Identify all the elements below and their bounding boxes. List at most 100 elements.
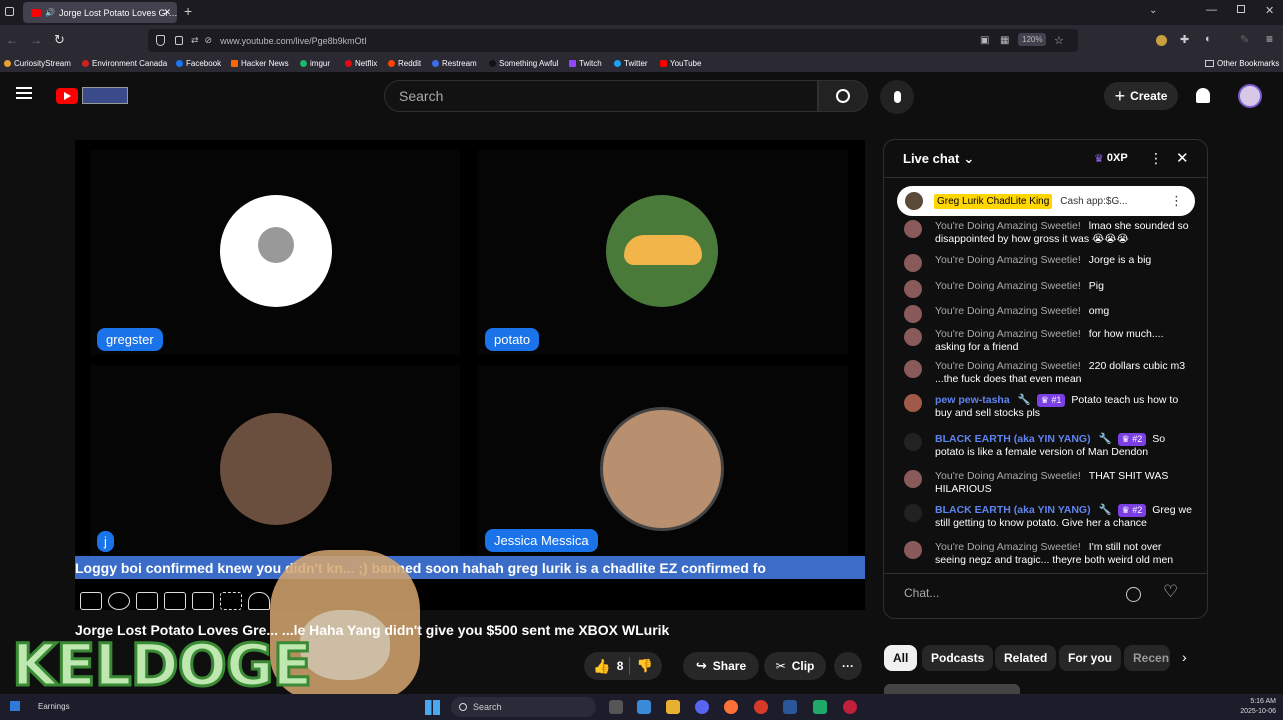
share-button[interactable]: ↪ Share [683,652,759,680]
bookmark-netflix[interactable]: Netflix [345,59,377,68]
emoji-icon[interactable] [1126,587,1141,602]
bookmark-twitter[interactable]: Twitter [614,59,648,68]
tab-list-icon[interactable] [5,7,14,16]
more-actions-button[interactable]: ··· [834,652,862,680]
chevron-down-icon[interactable]: ⌄ [1149,5,1157,16]
chip-related[interactable]: Related [995,645,1057,671]
notifications-bell-icon[interactable] [1196,88,1210,103]
task-view-icon[interactable] [609,700,623,714]
url-bar[interactable]: ⇄ ⊘ www.youtube.com/live/Pge8b9kmOtI ▣ ▦… [148,29,1078,52]
weather-widget[interactable]: Earnings [10,701,70,711]
microphone-icon [893,91,901,103]
live-icon[interactable] [108,592,130,610]
chat-mode-dropdown[interactable]: Live chat ⌄ [903,151,974,167]
pen-icon[interactable]: ✎ [1240,33,1249,46]
lock-icon[interactable] [175,36,183,45]
bookmark-star-icon[interactable]: ☆ [1054,34,1064,47]
create-button[interactable]: + Create [1104,82,1178,110]
bookmark-curiositystream[interactable]: CuriosityStream [4,59,71,68]
maximize-button[interactable] [1237,5,1245,13]
youtube-logo[interactable] [56,88,78,104]
chat-input[interactable]: Chat... [904,586,1134,600]
app-icon[interactable] [813,700,827,714]
back-icon[interactable]: ← [6,33,18,47]
chevron-right-icon[interactable]: › [1182,649,1187,665]
tab-close-icon[interactable]: ✕ [163,7,171,18]
other-bookmarks[interactable]: Other Bookmarks [1205,59,1279,68]
clip-button[interactable]: ✂ Clip [764,652,826,680]
pinned-menu-icon[interactable]: ⋮ [1170,193,1183,209]
discord-icon[interactable] [695,700,709,714]
voice-search-button[interactable] [880,80,914,114]
chip-recent[interactable]: Recen [1124,645,1170,671]
url-text[interactable]: www.youtube.com/live/Pge8b9kmOtI [220,36,367,46]
pinned-message[interactable]: Greg Lurik ChadLite King Cash app:$G... … [897,186,1195,216]
avatar[interactable] [1238,84,1262,108]
pinned-author: Greg Lurik ChadLite King [934,193,1053,209]
app-icon[interactable] [754,700,768,714]
reader-icon[interactable]: ▣ [980,35,989,46]
taskbar-clock[interactable]: 5:16 AM 2025-10-06 [1228,697,1276,717]
firefox-icon[interactable] [724,700,738,714]
new-tab-button[interactable]: + [184,3,192,19]
speaker-icon[interactable]: 🔊 [45,8,55,17]
bookmark-facebook[interactable]: Facebook [176,59,221,68]
wrench-icon: 🔧 [1098,433,1112,445]
chip-all[interactable]: All [884,645,918,671]
video-player[interactable]: gregster potato j Jessica Messica [75,140,865,610]
bookmark-restream[interactable]: Restream [432,59,477,68]
miniplayer-icon[interactable] [192,592,214,610]
bookmark-hacker-news[interactable]: Hacker News [231,59,289,68]
subtitles-icon[interactable] [136,592,158,610]
permissions-icon[interactable]: ⇄ [191,35,199,46]
bookmark-imgur[interactable]: imgur [300,59,330,68]
maple-leaf-icon [82,60,89,67]
menu-icon[interactable]: ≡ [1266,32,1273,46]
fullscreen-icon[interactable] [220,592,242,610]
chip-podcasts[interactable]: Podcasts [922,645,994,671]
xp-badge[interactable]: ♛ 0XP [1094,152,1128,165]
search-button[interactable] [818,80,868,112]
related-video-thumbnail[interactable] [884,684,1020,694]
dislike-button[interactable]: 👎 [636,658,652,674]
minimize-button[interactable]: — [1206,4,1217,16]
speed-icon[interactable] [248,592,270,610]
keldoge-overlay-text: KELDOGE [10,631,313,699]
bookmark-environment-canada[interactable]: Environment Canada [82,59,167,68]
player-controls [80,590,270,612]
autoplay-icon[interactable]: ⊘ [205,35,213,46]
bookmark-youtube[interactable]: YouTube [660,59,701,68]
media-player-icon[interactable] [843,700,857,714]
bookmark-something-awful[interactable]: Something Awful [489,59,558,68]
browser-tab-active[interactable]: 🔊 Jorge Lost Potato Loves Gr… ✕ [23,2,177,23]
file-explorer-icon[interactable] [666,700,680,714]
zoom-level[interactable]: 120% [1018,33,1047,46]
loop-icon[interactable] [80,592,102,610]
forward-icon[interactable]: → [30,33,42,47]
bookmark-twitch[interactable]: Twitch [569,59,602,68]
puzzle-icon[interactable]: ✚ [1180,33,1189,46]
copilot-icon[interactable] [637,700,651,714]
word-icon[interactable] [783,700,797,714]
member-badge: ♛ #2 [1117,504,1147,517]
extension-icon[interactable] [1156,35,1167,46]
search-input[interactable]: Search [384,80,818,112]
bookmark-reddit[interactable]: Reddit [388,59,421,68]
taskbar-search[interactable]: Search [451,697,596,717]
windows-start-icon[interactable] [425,700,440,715]
screenshot-icon[interactable]: ▦ [1000,35,1009,46]
reload-icon[interactable]: ↻ [54,32,65,48]
participant-tile-gregster: gregster [90,150,460,355]
chat-message: You're Doing Amazing Sweetie! for how muc… [904,328,1194,354]
heart-icon[interactable]: ♡ [1163,582,1178,602]
hamburger-menu-icon[interactable] [16,87,32,99]
chat-menu-icon[interactable]: ⋮ [1149,150,1163,167]
like-button[interactable]: 👍 8 [593,658,623,675]
theater-icon[interactable] [164,592,186,610]
close-chat-icon[interactable]: ✕ [1176,149,1189,167]
close-window-button[interactable]: ✕ [1265,4,1274,17]
pinned-text: Cash app:$G... [1060,195,1128,207]
account-icon[interactable]: ◐ [1205,33,1212,45]
chip-for-you[interactable]: For you [1059,645,1121,671]
shield-icon[interactable] [156,35,165,46]
